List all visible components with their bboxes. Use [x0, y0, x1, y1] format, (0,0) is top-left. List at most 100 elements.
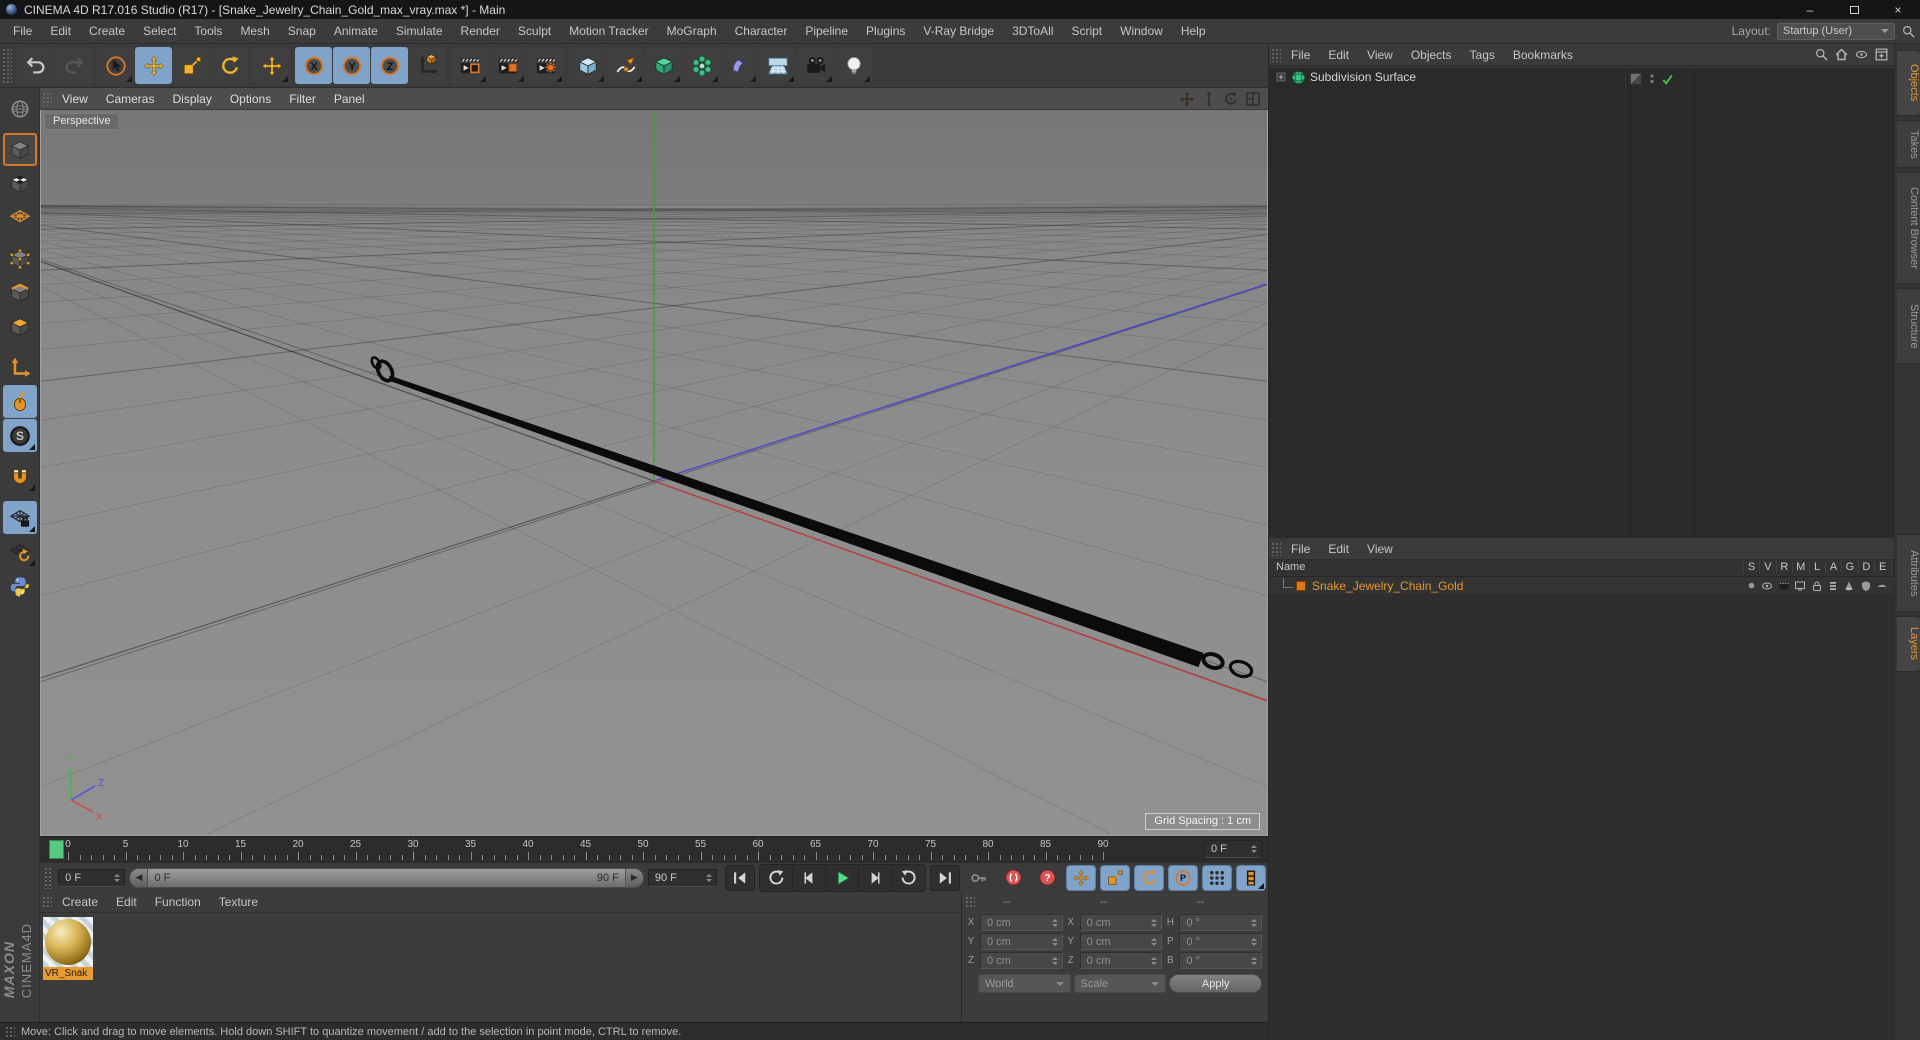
lock-workplane-button[interactable]	[2, 501, 37, 534]
viewport-toggle-icon[interactable]	[1244, 90, 1262, 108]
layout-dropdown[interactable]: Startup (User)	[1777, 22, 1895, 40]
undo-button[interactable]	[17, 47, 54, 84]
visible-render-icon[interactable]	[1776, 578, 1792, 593]
position-field-x[interactable]: 0 cm	[980, 914, 1063, 931]
menu-item-options[interactable]: Options	[221, 88, 280, 110]
y-axis-lock[interactable]: Y	[333, 47, 370, 84]
add-light-button[interactable]	[835, 47, 872, 84]
menu-item-plugins[interactable]: Plugins	[857, 19, 914, 43]
rotate-tool[interactable]	[211, 47, 248, 84]
keyframe-selection-button[interactable]: ?	[1032, 865, 1062, 891]
x-axis-lock[interactable]: X	[295, 47, 332, 84]
spinner-icon[interactable]	[1151, 937, 1158, 946]
visible-editor-icon[interactable]	[1759, 578, 1775, 593]
menu-item-create[interactable]: Create	[53, 890, 107, 914]
object-manager-grip[interactable]	[1270, 47, 1281, 62]
add-environment-button[interactable]	[759, 47, 796, 84]
layer-name[interactable]: Snake_Jewelry_Chain_Gold	[1312, 579, 1463, 593]
make-editable-button[interactable]	[3, 92, 37, 125]
object-manager[interactable]: Subdivision Surface	[1269, 68, 1894, 538]
key-scale-button[interactable]	[1100, 864, 1130, 891]
timeline-button[interactable]	[1236, 864, 1266, 891]
spinner-icon[interactable]	[1251, 845, 1257, 853]
om-home-icon[interactable]	[1833, 46, 1850, 63]
menu-item-cameras[interactable]: Cameras	[97, 88, 164, 110]
state-dot-icon[interactable]	[1743, 578, 1759, 593]
rotation-field-h[interactable]: 0 °	[1179, 914, 1262, 931]
object-name[interactable]: Subdivision Surface	[1310, 70, 1416, 84]
cone-icon[interactable]	[1841, 578, 1857, 593]
goto-end-button[interactable]	[930, 864, 960, 891]
menu-item-view[interactable]: View	[1358, 537, 1402, 561]
menu-item-objects[interactable]: Objects	[1402, 43, 1461, 67]
texture-mode-button[interactable]	[3, 167, 37, 200]
spinner-icon[interactable]	[1250, 937, 1257, 946]
menu-item-tools[interactable]: Tools	[185, 19, 231, 43]
size-field-z[interactable]: 0 cm	[1079, 952, 1163, 969]
menu-item-select[interactable]: Select	[134, 19, 185, 43]
panel-tab-attributes[interactable]: Attributes	[1897, 534, 1920, 612]
menu-item-mograph[interactable]: MoGraph	[658, 19, 726, 43]
size-field-x[interactable]: 0 cm	[1079, 914, 1163, 931]
key-rotation-button[interactable]	[1134, 864, 1164, 891]
layer-row[interactable]: Snake_Jewelry_Chain_Gold	[1269, 577, 1903, 594]
column-header-r[interactable]: R	[1775, 561, 1792, 573]
menu-item-file[interactable]: File	[1282, 537, 1319, 561]
panel-tab-content-browser[interactable]: Content Browser	[1897, 172, 1920, 284]
menu-item-view[interactable]: View	[1358, 43, 1402, 67]
render-view-button[interactable]	[451, 47, 488, 84]
column-header-d[interactable]: D	[1857, 561, 1874, 573]
timeline-ruler[interactable]: 0 F 0 5 10 15 20 25 30 35 40 45 50 55 60 65 70 75 80 85 90	[40, 836, 1268, 862]
edges-mode-button[interactable]	[3, 276, 37, 309]
menu-item-pipeline[interactable]: Pipeline	[796, 19, 857, 43]
scale-tool[interactable]	[173, 47, 210, 84]
menu-item-character[interactable]: Character	[726, 19, 797, 43]
position-field-z[interactable]: 0 cm	[980, 952, 1063, 969]
position-field-y[interactable]: 0 cm	[980, 933, 1063, 950]
list-icon[interactable]	[1825, 578, 1841, 593]
magnet-tool-button[interactable]	[3, 460, 37, 493]
menu-item-texture[interactable]: Texture	[210, 890, 267, 914]
spinner-icon[interactable]	[1051, 918, 1058, 927]
workplane-snap-button[interactable]	[3, 535, 37, 568]
coordinate-system-toggle[interactable]	[409, 47, 446, 84]
workplane-mode-button[interactable]	[3, 201, 37, 234]
menu-item-window[interactable]: Window	[1111, 19, 1172, 43]
menu-item-edit[interactable]: Edit	[41, 19, 80, 43]
expand-icon[interactable]	[1275, 71, 1287, 83]
key-parameter-button[interactable]: P	[1168, 864, 1198, 891]
menu-item-mesh[interactable]: Mesh	[231, 19, 278, 43]
menu-item-snap[interactable]: Snap	[279, 19, 325, 43]
panel-tab-layers[interactable]: Layers	[1897, 616, 1920, 672]
last-used-tool[interactable]	[253, 47, 290, 84]
close-button[interactable]: ×	[1876, 0, 1920, 19]
tweak-mode-button[interactable]	[2, 385, 37, 418]
key-pla-button[interactable]	[1202, 864, 1232, 891]
slider-right-arrow[interactable]: ▶	[624, 868, 643, 887]
add-deformer-button[interactable]	[721, 47, 758, 84]
minimize-button[interactable]: –	[1788, 0, 1832, 19]
viewport-pan-icon[interactable]	[1178, 90, 1196, 108]
prev-frame-button[interactable]	[793, 864, 826, 891]
layers-list[interactable]: Snake_Jewelry_Chain_Gold	[1269, 577, 1903, 1040]
record-keyframe-button[interactable]	[964, 865, 994, 891]
goto-prev-key-button[interactable]	[760, 864, 793, 891]
material-item[interactable]: VR_Snak	[43, 917, 93, 980]
goto-start-button[interactable]	[725, 864, 755, 891]
column-header-s[interactable]: S	[1743, 561, 1759, 573]
eyelid-icon[interactable]	[1874, 578, 1890, 593]
column-header-m[interactable]: M	[1792, 561, 1808, 573]
spinner-icon[interactable]	[1151, 956, 1158, 965]
move-tool[interactable]	[135, 47, 172, 84]
position-mode-dropdown[interactable]: World	[978, 974, 1071, 993]
toolbar-grip[interactable]	[1, 47, 12, 84]
texture-tag-icon[interactable]	[1629, 72, 1643, 86]
rotation-field-p[interactable]: 0 °	[1179, 933, 1262, 950]
autokey-button[interactable]	[998, 865, 1028, 891]
goto-next-key-button[interactable]	[892, 864, 925, 891]
panel-tab-takes[interactable]: Takes	[1897, 120, 1920, 168]
enabled-check-icon[interactable]	[1661, 73, 1674, 86]
material-menubar-grip[interactable]	[41, 895, 52, 909]
live-selection-tool[interactable]	[97, 47, 134, 84]
column-header-g[interactable]: G	[1841, 561, 1857, 573]
